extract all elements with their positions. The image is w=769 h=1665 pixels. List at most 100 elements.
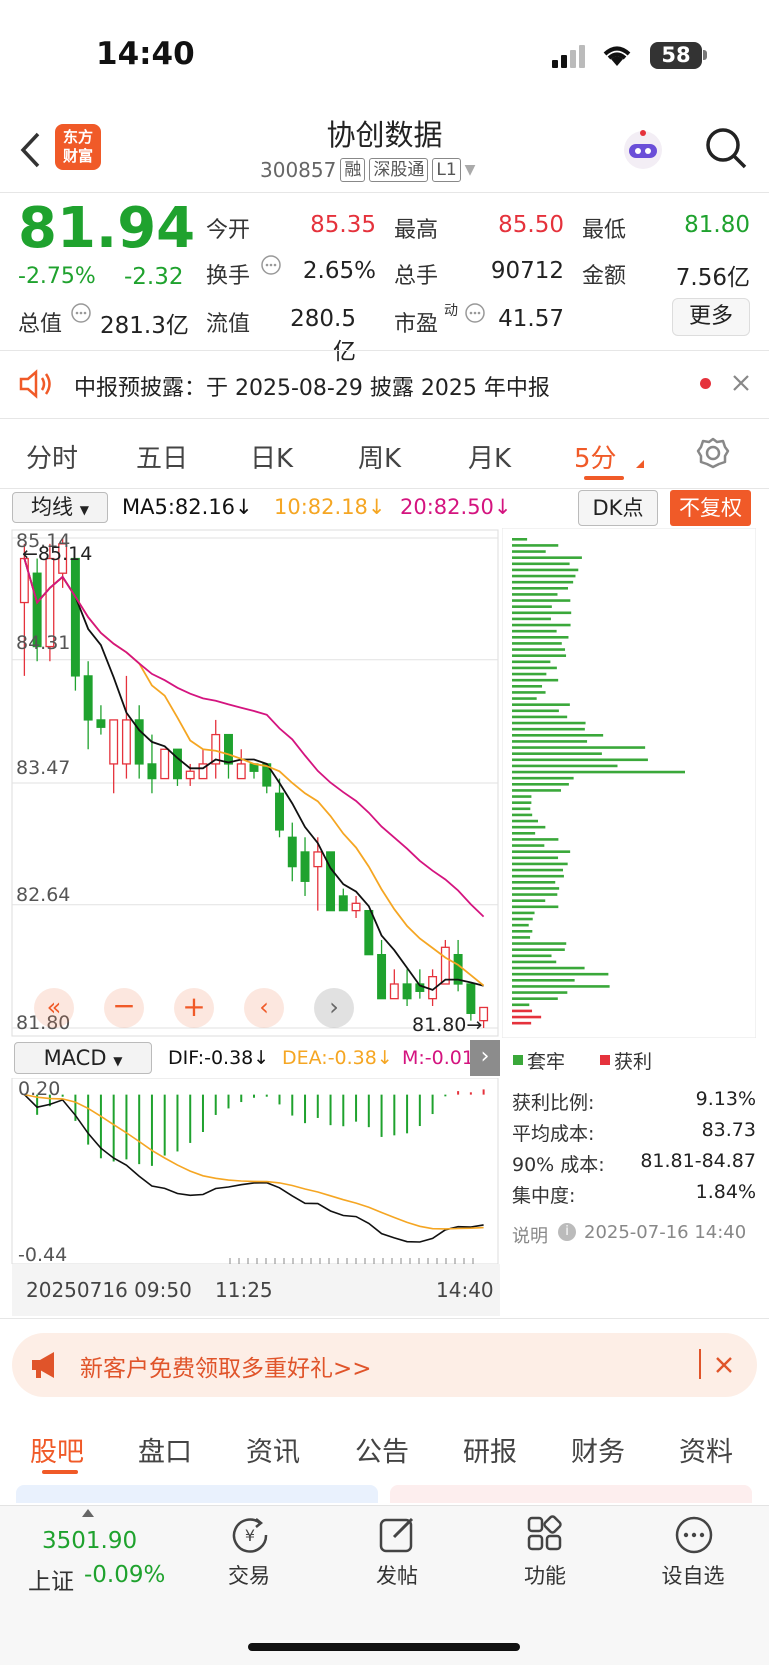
low-label: 最低 [582,218,627,243]
chip-bar [512,636,569,639]
notice-text[interactable]: 中报预披露：于 2025-08-29 披露 2025 年中报 [74,370,550,402]
chip-bar [512,678,559,682]
chip-bar [512,672,547,676]
close-icon[interactable] [714,1355,734,1375]
tab-orderbook[interactable]: 盘口 [138,1430,192,1469]
tag-margin: 融 [340,158,366,182]
chip-bar [512,783,569,786]
candle-body [377,953,387,1000]
scroll-right-icon[interactable]: › [314,988,354,1028]
ma10-value: 10:82.18↓ [274,495,386,519]
nav-post[interactable]: 发帖 [342,1560,452,1590]
chip-bar [512,660,551,664]
indicator-next-icon[interactable]: › [470,1040,500,1076]
dk-point-button[interactable]: DK点 [578,490,658,526]
dea-value: DEA:-0.38↓ [282,1047,393,1069]
amount-label: 金额 [582,264,627,289]
chip-bar [512,709,559,713]
tab-news[interactable]: 资讯 [246,1430,300,1469]
tab-forum[interactable]: 股吧 [30,1430,84,1469]
info-icon[interactable] [70,302,92,324]
tab-monthly-k[interactable]: 月K [468,438,511,475]
candle-body [313,851,323,868]
zoom-in-icon[interactable]: + [174,988,214,1028]
macd-select[interactable]: MACD ▼ [14,1042,152,1074]
mcap-value: 281.3亿 [100,313,189,339]
chip-row-value: 83.73 [701,1119,756,1141]
change-value: -2.32 [124,264,184,290]
chip-bar [512,611,572,615]
tab-daily-k[interactable]: 日K [250,438,293,475]
chip-bar [512,666,557,670]
tab-profile[interactable]: 资料 [679,1430,733,1469]
candle-body [121,719,131,765]
chip-bar [512,923,529,927]
chip-bar [512,617,551,621]
tab-underline [42,1470,78,1474]
chip-bar [512,801,532,804]
scroll-start-icon[interactable]: « [34,988,74,1028]
chip-bar [512,887,560,890]
chip-note[interactable]: 说明 [512,1222,548,1248]
nav-trade[interactable]: 交易 [194,1560,304,1590]
tab-weekly-k[interactable]: 周K [358,438,401,475]
chip-row-label: 集中度: [512,1185,576,1207]
info-icon[interactable] [260,254,282,276]
chip-bar [512,985,610,988]
index-value[interactable]: 3501.90 [42,1528,137,1554]
adjust-button[interactable]: 不复权 [670,490,751,526]
turnover-label: 换手 [206,264,251,289]
functions-icon[interactable] [526,1515,566,1555]
chip-date: 2025-07-16 14:40 [584,1222,747,1243]
zoom-out-icon[interactable]: − [104,988,144,1028]
chip-bar [512,550,546,553]
nav-watchlist[interactable]: 设自选 [638,1560,748,1590]
compose-icon[interactable] [378,1515,418,1555]
chip-bar [512,930,533,933]
nav-functions[interactable]: 功能 [490,1560,600,1590]
chip-bar [512,807,531,811]
expand-up-icon[interactable] [82,1509,94,1517]
tab-intraday[interactable]: 分时 [26,438,78,475]
x-label-start: 20250716 09:50 [26,1278,192,1302]
chip-bar [512,942,567,945]
chip-bar [512,936,531,939]
search-icon[interactable] [704,126,748,170]
chip-bar [512,587,569,590]
content-card [16,1485,378,1503]
settings-icon[interactable] [696,436,730,470]
chip-bar [512,648,566,651]
chip-bar [512,966,585,970]
megaphone-icon [32,1352,54,1378]
chip-bar [512,997,558,1000]
divider [0,192,769,193]
tab-5min[interactable]: 5分 [574,438,617,475]
robot-assistant-icon[interactable] [618,126,668,176]
chip-bar [512,825,546,829]
chip-bar [512,770,685,774]
trade-icon[interactable]: ¥ [228,1515,272,1555]
more-button[interactable]: 更多 [672,298,750,336]
candle-body [364,909,374,956]
chip-bar [512,893,558,896]
tab-finance[interactable]: 财务 [571,1430,625,1469]
promo-text[interactable]: 新客户免费领取多重好礼>> [80,1349,372,1383]
float-label: 流值 [206,312,251,337]
chip-bar [512,746,646,749]
tab-five-day[interactable]: 五日 [136,438,188,475]
close-icon[interactable] [731,373,751,393]
legend-profit: 获利 [614,1051,653,1073]
watchlist-icon[interactable] [674,1515,714,1555]
chip-bar [512,574,576,578]
stock-code-row[interactable]: 300857 融 深股通 L1 ▼ [260,158,475,182]
scroll-left-icon[interactable]: ‹ [244,988,284,1028]
ma-select[interactable]: 均线 ▼ [12,492,108,523]
tab-announcements[interactable]: 公告 [355,1430,409,1469]
pe-label: 市盈 [394,312,439,337]
candle-body [338,895,348,912]
tab-research[interactable]: 研报 [463,1430,517,1469]
legend-hold-swatch [513,1055,523,1065]
candlestick-chart[interactable] [0,528,500,1038]
chip-bar [512,740,588,743]
chip-bar [512,979,575,982]
